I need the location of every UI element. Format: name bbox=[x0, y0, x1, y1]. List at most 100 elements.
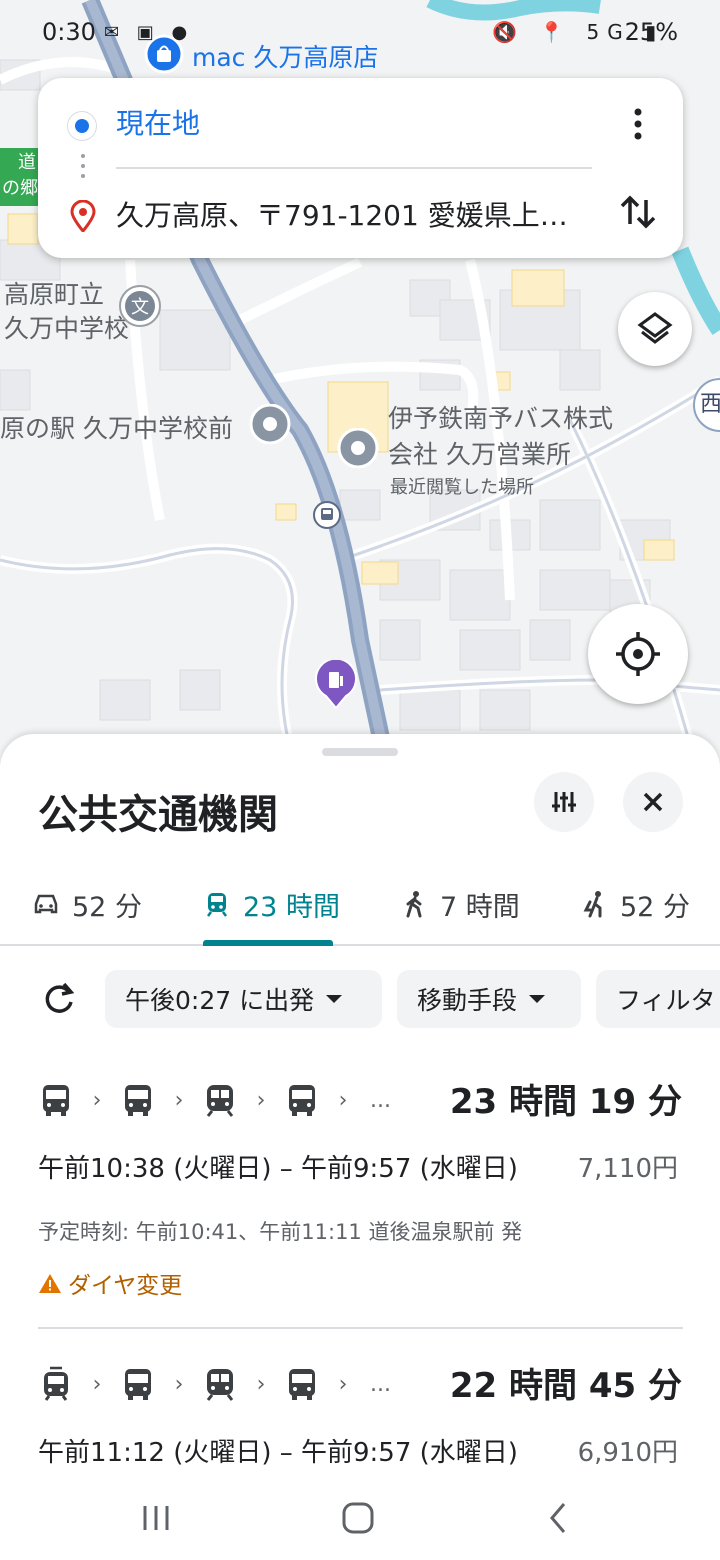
transit-options-button[interactable] bbox=[534, 772, 594, 832]
transit-sheet: 公共交通機関 52 分 23 時間 7 時間 52 分 午後0:27 に出発 移… bbox=[0, 734, 720, 1560]
filter-chip[interactable]: フィルタ bbox=[596, 970, 720, 1028]
layers-icon bbox=[637, 312, 673, 344]
battery-level: 25% bbox=[624, 18, 678, 46]
status-time: 0:30 bbox=[42, 18, 96, 46]
tune-icon bbox=[552, 792, 576, 812]
tab-driving-label: 52 分 bbox=[72, 891, 142, 923]
route-fare: 6,910円 bbox=[577, 1438, 678, 1468]
bus-icon bbox=[289, 1085, 315, 1116]
crosshair-icon bbox=[616, 632, 660, 676]
tab-transit-label: 23 時間 bbox=[243, 891, 340, 923]
chevron-right-icon: › bbox=[92, 1371, 102, 1397]
chevron-right-icon: › bbox=[174, 1087, 184, 1113]
tab-walking[interactable]: 7 時間 bbox=[400, 862, 520, 946]
more-steps-ellipsis: ... bbox=[370, 1087, 391, 1113]
origin-field[interactable]: 現在地 bbox=[116, 102, 200, 142]
chevron-down-icon bbox=[326, 995, 343, 1003]
alert-label: ダイヤ変更 bbox=[68, 1273, 183, 1299]
tab-walking-label: 7 時間 bbox=[440, 891, 520, 923]
more-options-icon[interactable] bbox=[620, 102, 656, 146]
route-duration: 22 時間 45 分 bbox=[449, 1366, 682, 1406]
swap-directions-icon[interactable] bbox=[616, 190, 660, 234]
bus-icon bbox=[125, 1369, 151, 1400]
map-label-road-green-1: 道 bbox=[18, 152, 36, 173]
depart-time-chip[interactable]: 午後0:27 に出発 bbox=[105, 970, 382, 1028]
more-steps-ellipsis: ... bbox=[370, 1371, 391, 1397]
route-time-range: 午前11:12 (火曜日) – 午前9:57 (水曜日) bbox=[38, 1438, 518, 1468]
route-steps: › › › › ... bbox=[38, 1076, 391, 1124]
my-location-button[interactable] bbox=[588, 604, 688, 704]
tram-icon bbox=[44, 1366, 68, 1401]
bus-icon bbox=[125, 1085, 151, 1116]
map-label-bus-company-2[interactable]: 会社 久万営業所 bbox=[388, 438, 571, 472]
status-bar: 0:30 ✉ ▣ ● 🔇 📍 5G ▮ 25% bbox=[0, 0, 720, 68]
chevron-right-icon: › bbox=[338, 1371, 348, 1397]
filter-label: フィルタ bbox=[616, 986, 716, 1015]
map-label-road-green-2: の郷 bbox=[2, 178, 38, 199]
station-pin-icon[interactable] bbox=[248, 404, 292, 448]
route-result[interactable]: › › › › ... 22 時間 45 分 午前11:12 (火曜日) – 午… bbox=[0, 1360, 720, 1468]
sheet-title: 公共交通機関 bbox=[38, 792, 278, 838]
bus-company-pin-icon[interactable] bbox=[336, 428, 380, 472]
close-button[interactable] bbox=[623, 772, 683, 832]
train-icon bbox=[206, 1369, 234, 1401]
result-divider bbox=[38, 1327, 683, 1329]
car-icon bbox=[34, 894, 58, 914]
map-label-recent: 最近閲覧した場所 bbox=[390, 477, 534, 498]
back-icon[interactable] bbox=[540, 1498, 576, 1538]
map-label-bus-company-1[interactable]: 伊予鉄南予バス株式 bbox=[388, 402, 613, 436]
chevron-right-icon: › bbox=[256, 1087, 266, 1113]
train-icon bbox=[207, 893, 227, 917]
gas-station-pin-icon[interactable] bbox=[314, 660, 358, 710]
map-label-west: 西 bbox=[700, 392, 720, 417]
chevron-down-icon bbox=[529, 995, 546, 1003]
close-icon bbox=[643, 792, 663, 812]
chevron-right-icon: › bbox=[338, 1087, 348, 1113]
route-schedule: 予定時刻: 午前10:41、午前11:11 道後温泉駅前 発 bbox=[38, 1220, 523, 1244]
ride-icon bbox=[583, 891, 602, 918]
origin-dot-icon bbox=[68, 112, 96, 140]
route-steps: › › › › ... bbox=[38, 1360, 391, 1408]
active-tab-indicator bbox=[203, 940, 333, 946]
tab-driving[interactable]: 52 分 bbox=[32, 862, 142, 946]
map-view[interactable]: 道 の郷 西 高原町立 久万中学校 文 原の駅 久万中学校前 伊予鉄南予バス株式… bbox=[0, 0, 720, 780]
schedule-change-alert[interactable]: ダイヤ変更 bbox=[38, 1266, 182, 1300]
home-icon[interactable] bbox=[338, 1498, 378, 1538]
tab-ride-label: 52 分 bbox=[620, 891, 690, 923]
destination-pin-icon bbox=[70, 200, 96, 232]
chevron-right-icon: › bbox=[92, 1087, 102, 1113]
transit-modes-label: 移動手段 bbox=[417, 986, 518, 1015]
walk-icon bbox=[406, 891, 422, 918]
map-label-school-2[interactable]: 久万中学校 bbox=[4, 312, 129, 346]
travel-mode-tabs: 52 分 23 時間 7 時間 52 分 bbox=[0, 862, 720, 946]
bus-icon bbox=[43, 1085, 69, 1116]
filter-row: 午後0:27 に出発 移動手段 フィルタ bbox=[0, 968, 720, 1030]
system-nav-bar bbox=[0, 1476, 720, 1560]
chevron-right-icon: › bbox=[174, 1371, 184, 1397]
tab-ride-hailing[interactable]: 52 分 bbox=[580, 862, 690, 946]
bus-icon bbox=[289, 1369, 315, 1400]
chevron-right-icon: › bbox=[256, 1371, 266, 1397]
map-label-station[interactable]: 原の駅 久万中学校前 bbox=[0, 412, 233, 446]
bus-stop-icon[interactable] bbox=[312, 500, 342, 530]
tab-transit[interactable]: 23 時間 bbox=[203, 862, 340, 946]
notification-icons: ✉ ▣ ● bbox=[104, 22, 194, 43]
route-card: 現在地 久万高原、〒791-1201 愛媛県上… bbox=[38, 78, 683, 258]
route-fare: 7,110円 bbox=[577, 1154, 678, 1184]
destination-field[interactable]: 久万高原、〒791-1201 愛媛県上… bbox=[116, 194, 592, 234]
svg-text:文: 文 bbox=[131, 297, 149, 318]
route-duration: 23 時間 19 分 bbox=[449, 1082, 682, 1122]
route-divider bbox=[116, 167, 592, 169]
layers-button[interactable] bbox=[618, 292, 692, 366]
route-result[interactable]: › › › › ... 23 時間 19 分 午前10:38 (火曜日) – 午… bbox=[0, 1076, 720, 1326]
recent-apps-icon[interactable] bbox=[138, 1498, 174, 1538]
sheet-drag-handle[interactable] bbox=[322, 748, 398, 756]
school-pin-icon[interactable]: 文 bbox=[118, 284, 162, 328]
depart-time-label: 午後0:27 に出発 bbox=[125, 986, 315, 1015]
train-icon bbox=[206, 1085, 234, 1117]
transit-modes-chip[interactable]: 移動手段 bbox=[397, 970, 581, 1028]
route-time-range: 午前10:38 (火曜日) – 午前9:57 (水曜日) bbox=[38, 1154, 518, 1184]
map-label-school-1[interactable]: 高原町立 bbox=[4, 278, 104, 312]
warning-icon bbox=[39, 1274, 61, 1293]
refresh-icon[interactable] bbox=[40, 980, 78, 1018]
